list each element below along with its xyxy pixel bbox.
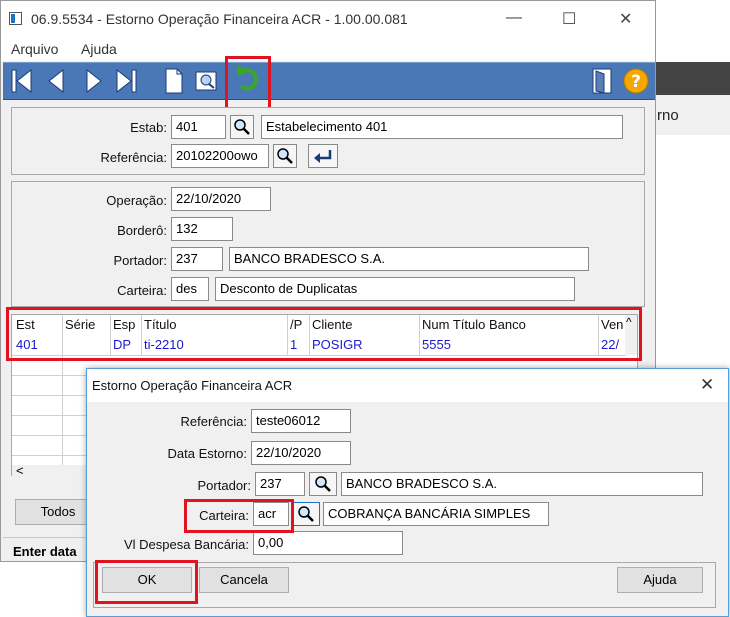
grid-row-divider bbox=[12, 375, 87, 376]
help-icon[interactable]: ? bbox=[622, 66, 650, 96]
menu-arquivo[interactable]: Arquivo bbox=[11, 41, 58, 57]
svg-text:?: ? bbox=[631, 72, 641, 92]
app-icon bbox=[9, 12, 22, 25]
close-button[interactable]: ✕ bbox=[619, 9, 632, 29]
operacao-label: Operação: bbox=[106, 193, 167, 208]
dialog-despesa-label: Vl Despesa Bancária: bbox=[123, 537, 249, 552]
magnifier-icon bbox=[315, 476, 331, 492]
estab-label: Estab: bbox=[130, 120, 167, 135]
estab-input[interactable]: 401 bbox=[171, 115, 226, 139]
dialog-carteira-description: COBRANÇA BANCÁRIA SIMPLES bbox=[323, 502, 549, 526]
dialog-close-button[interactable]: ✕ bbox=[700, 375, 714, 395]
dialog-referencia-label: Referência: bbox=[180, 414, 247, 429]
dialog-portador-search-button[interactable] bbox=[309, 472, 337, 496]
carteira-label: Carteira: bbox=[117, 283, 167, 298]
last-record-icon[interactable] bbox=[113, 66, 139, 96]
grid-row-divider bbox=[12, 415, 87, 416]
portador-description: BANCO BRADESCO S.A. bbox=[229, 247, 589, 271]
grid-row-divider bbox=[12, 435, 87, 436]
dialog-carteira-search-button[interactable] bbox=[292, 502, 320, 526]
enter-arrow-icon bbox=[314, 150, 332, 163]
menu-ajuda[interactable]: Ajuda bbox=[81, 41, 117, 57]
cancela-button[interactable]: Cancela bbox=[199, 567, 289, 593]
title-bar: 06.9.5534 - Estorno Operação Financeira … bbox=[1, 1, 655, 37]
background-app-text: rno bbox=[657, 107, 679, 124]
bordero-label: Borderô: bbox=[117, 223, 167, 238]
grid-row-divider bbox=[12, 455, 87, 456]
carteira-input[interactable]: des bbox=[171, 277, 209, 301]
bordero-input[interactable]: 132 bbox=[171, 217, 233, 241]
dialog-title: Estorno Operação Financeira ACR bbox=[92, 378, 293, 393]
next-record-icon[interactable] bbox=[81, 66, 107, 96]
estorno-dialog: Estorno Operação Financeira ACR ✕ Referê… bbox=[86, 368, 729, 617]
referencia-enter-button[interactable] bbox=[308, 144, 338, 168]
background-app-bar bbox=[656, 62, 730, 95]
dialog-despesa-input[interactable]: 0,00 bbox=[253, 531, 403, 555]
dialog-referencia-input[interactable]: teste06012 bbox=[251, 409, 351, 433]
magnifier-icon bbox=[298, 506, 314, 522]
referencia-search-button[interactable] bbox=[273, 144, 297, 168]
magnifier-icon bbox=[234, 119, 250, 135]
highlight-carteira bbox=[184, 499, 294, 533]
ajuda-button[interactable]: Ajuda bbox=[617, 567, 703, 593]
highlight-grid-row bbox=[6, 307, 642, 361]
minimize-button[interactable]: — bbox=[506, 9, 522, 27]
referencia-label: Referência: bbox=[100, 150, 167, 165]
first-record-icon[interactable] bbox=[9, 66, 35, 96]
window-title: 06.9.5534 - Estorno Operação Financeira … bbox=[31, 11, 408, 27]
grid-col-divider bbox=[62, 355, 63, 465]
portador-label: Portador: bbox=[113, 253, 167, 268]
grid-scroll-left-arrow[interactable]: < bbox=[16, 463, 24, 478]
dialog-data-estorno-label: Data Estorno: bbox=[167, 446, 248, 461]
search-record-icon[interactable] bbox=[193, 66, 219, 96]
dialog-portador-description: BANCO BRADESCO S.A. bbox=[341, 472, 703, 496]
highlight-undo bbox=[225, 56, 271, 110]
referencia-input[interactable]: 20102200owo bbox=[171, 144, 269, 168]
exit-door-icon[interactable] bbox=[590, 67, 614, 95]
previous-record-icon[interactable] bbox=[43, 66, 69, 96]
grid-row-divider bbox=[12, 395, 87, 396]
operacao-input[interactable]: 22/10/2020 bbox=[171, 187, 271, 211]
carteira-description: Desconto de Duplicatas bbox=[215, 277, 575, 301]
dialog-portador-label: Portador: bbox=[197, 478, 251, 493]
portador-input[interactable]: 237 bbox=[171, 247, 223, 271]
magnifier-icon bbox=[277, 148, 293, 164]
dialog-data-estorno-input[interactable]: 22/10/2020 bbox=[251, 441, 351, 465]
status-text: Enter data bbox=[13, 544, 77, 559]
highlight-ok bbox=[95, 560, 198, 604]
maximize-button[interactable]: ☐ bbox=[562, 9, 576, 29]
estab-search-button[interactable] bbox=[230, 115, 254, 139]
new-document-icon[interactable] bbox=[161, 66, 187, 96]
estab-description: Estabelecimento 401 bbox=[261, 115, 623, 139]
dialog-portador-input[interactable]: 237 bbox=[255, 472, 305, 496]
dialog-title-bar: Estorno Operação Financeira ACR ✕ bbox=[87, 369, 728, 402]
